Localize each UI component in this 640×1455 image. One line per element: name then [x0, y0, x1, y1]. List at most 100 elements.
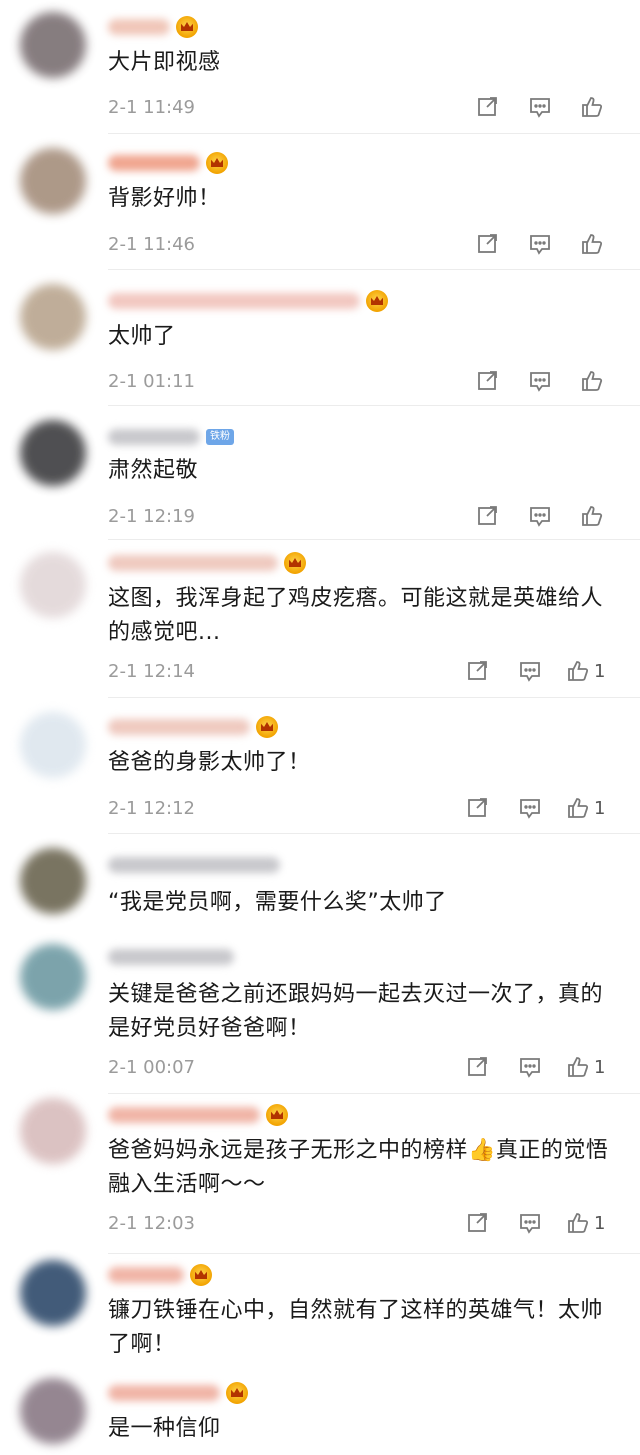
avatar[interactable] [20, 848, 86, 914]
avatar[interactable] [20, 12, 86, 78]
like-button[interactable] [566, 367, 618, 395]
avatar[interactable] [20, 1260, 86, 1326]
username-blurred[interactable] [108, 293, 360, 309]
username-row[interactable] [108, 944, 234, 970]
avatar[interactable] [20, 1378, 86, 1444]
like-icon [568, 798, 589, 818]
share-button[interactable] [462, 502, 514, 530]
share-button[interactable] [462, 230, 514, 258]
like-button[interactable] [566, 502, 618, 530]
comment-text: 大片即视感 [108, 50, 221, 75]
action-bar [462, 502, 618, 530]
comment-meta: 2-1 11:49 [108, 93, 618, 121]
share-button[interactable] [452, 1053, 504, 1081]
comment-meta: 2-1 12:12 1 [108, 794, 618, 822]
share-button[interactable] [452, 1209, 504, 1237]
like-button[interactable]: 1 [556, 659, 618, 683]
share-button[interactable] [462, 93, 514, 121]
comment-text: 太帅了 [108, 324, 176, 349]
crown-icon [206, 152, 228, 174]
crown-icon [366, 290, 388, 312]
username-blurred[interactable] [108, 155, 200, 171]
username-blurred[interactable] [108, 19, 170, 35]
comment-text: 这图，我浑身起了鸡皮疙瘩。可能这就是英雄给人的感觉吧... [108, 586, 604, 645]
username-row[interactable]: 铁粉 [108, 424, 234, 450]
avatar[interactable] [20, 712, 86, 778]
username-blurred[interactable] [108, 719, 250, 735]
crown-icon [176, 16, 198, 38]
username-row[interactable] [108, 1380, 248, 1406]
crown-icon [226, 1382, 248, 1404]
username-row[interactable] [108, 14, 198, 40]
like-button[interactable]: 1 [556, 1211, 618, 1235]
avatar[interactable] [20, 1098, 86, 1164]
like-count: 1 [594, 797, 606, 819]
share-icon [468, 798, 487, 817]
comment-icon [520, 1058, 540, 1078]
username-row[interactable] [108, 852, 280, 878]
comment-button[interactable] [514, 230, 566, 258]
comment-button[interactable] [504, 657, 556, 685]
like-icon [568, 1213, 589, 1233]
comment-text: 爸爸妈妈永远是孩子无形之中的榜样👍真正的觉悟融入生活啊～～ [108, 1138, 609, 1197]
comment-text: “我是党员啊，需要什么奖”太帅了 [108, 890, 447, 915]
share-icon [468, 1213, 487, 1232]
action-bar: 1 [452, 657, 618, 685]
comment-button[interactable] [504, 794, 556, 822]
avatar[interactable] [20, 944, 86, 1010]
comment-item: 是一种信仰 [0, 1378, 640, 1455]
share-icon [478, 97, 497, 116]
username-row[interactable] [108, 550, 306, 576]
share-button[interactable] [452, 794, 504, 822]
comment-item: 这图，我浑身起了鸡皮疙瘩。可能这就是英雄给人的感觉吧... 2-1 12:14 … [0, 540, 640, 698]
username-blurred[interactable] [108, 857, 280, 873]
comment-button[interactable] [504, 1053, 556, 1081]
comment-meta: 2-1 12:03 1 [108, 1209, 618, 1237]
comment-item: 爸爸妈妈永远是孩子无形之中的榜样👍真正的觉悟融入生活啊～～ 2-1 12:03 … [0, 1094, 640, 1254]
like-icon [568, 661, 589, 681]
comment-text: 背影好帅！ [108, 186, 221, 211]
username-row[interactable] [108, 288, 388, 314]
username-blurred[interactable] [108, 949, 234, 965]
crown-icon [284, 552, 306, 574]
comment-icon [520, 799, 540, 819]
username-blurred[interactable] [108, 429, 200, 445]
username-row[interactable] [108, 714, 278, 740]
comment-time: 2-1 12:03 [108, 1212, 195, 1234]
comment-text: 关键是爸爸之前还跟妈妈一起去灭过一次了，真的是好党员好爸爸啊！ [108, 982, 604, 1041]
comment-icon [530, 372, 550, 392]
like-button[interactable]: 1 [556, 796, 618, 820]
comment-time: 2-1 11:49 [108, 96, 195, 118]
share-button[interactable] [462, 367, 514, 395]
comment-time: 2-1 12:14 [108, 660, 195, 682]
username-blurred[interactable] [108, 1385, 220, 1401]
avatar[interactable] [20, 148, 86, 214]
comment-button[interactable] [514, 367, 566, 395]
like-button[interactable]: 1 [556, 1055, 618, 1079]
username-row[interactable] [108, 1102, 288, 1128]
username-blurred[interactable] [108, 555, 278, 571]
like-button[interactable] [566, 93, 618, 121]
comment-button[interactable] [514, 93, 566, 121]
avatar[interactable] [20, 284, 86, 350]
share-icon [468, 1057, 487, 1076]
like-button[interactable] [566, 230, 618, 258]
crown-icon [190, 1264, 212, 1286]
action-bar: 1 [452, 794, 618, 822]
comment-icon [530, 235, 550, 255]
comment-button[interactable] [504, 1209, 556, 1237]
comment-button[interactable] [514, 502, 566, 530]
comment-time: 2-1 00:07 [108, 1056, 195, 1078]
comment-item: 关键是爸爸之前还跟妈妈一起去灭过一次了，真的是好党员好爸爸啊！ 2-1 00:0… [0, 934, 640, 1094]
username-blurred[interactable] [108, 1107, 260, 1123]
username-row[interactable] [108, 150, 228, 176]
comment-item: 铁粉 肃然起敬 2-1 12:19 [0, 406, 640, 540]
comment-meta: 2-1 12:14 1 [108, 657, 618, 685]
username-row[interactable] [108, 1262, 212, 1288]
comment-icon [520, 662, 540, 682]
share-icon [468, 661, 487, 680]
username-blurred[interactable] [108, 1267, 184, 1283]
avatar[interactable] [20, 420, 86, 486]
avatar[interactable] [20, 552, 86, 618]
share-button[interactable] [452, 657, 504, 685]
